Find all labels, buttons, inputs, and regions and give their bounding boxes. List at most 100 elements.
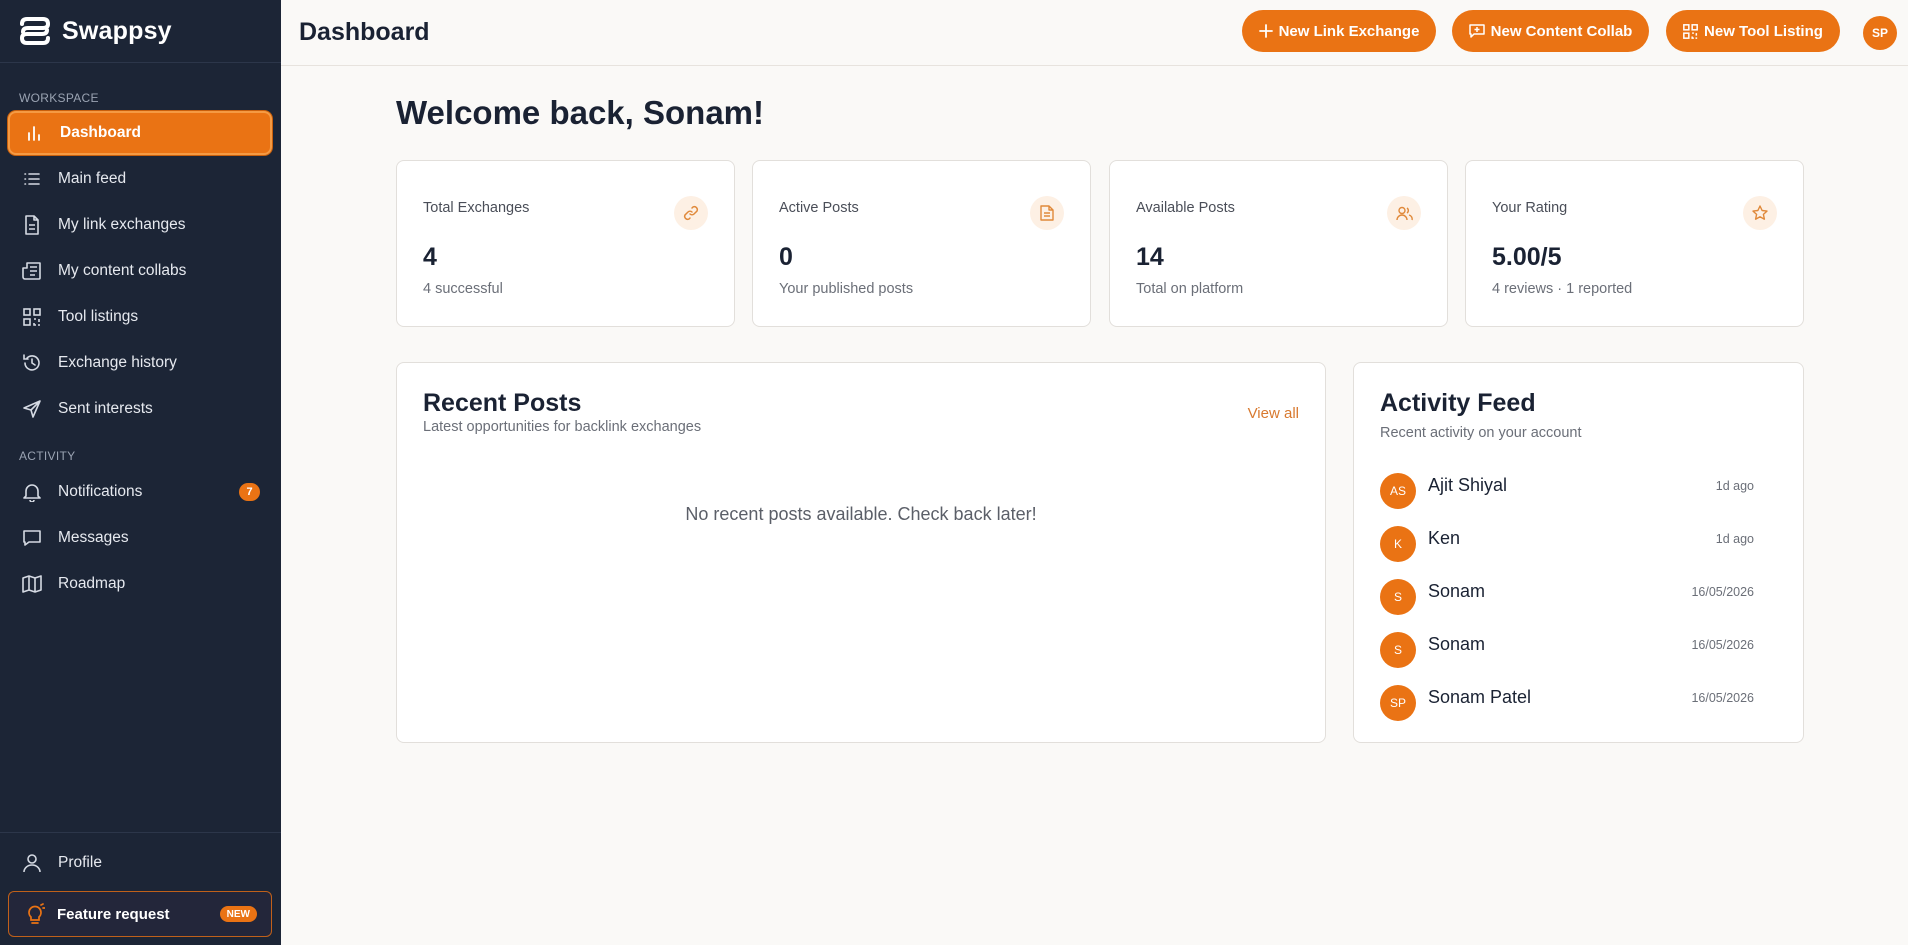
activity-timestamp: 16/05/2026 <box>1691 691 1754 705</box>
new-content-collab-button[interactable]: New Content Collab <box>1452 10 1649 52</box>
activity-user-name: Sonam Patel <box>1428 687 1532 707</box>
grid-icon <box>21 306 43 328</box>
button-label: New Link Exchange <box>1278 22 1420 40</box>
message-plus-icon <box>1468 23 1485 39</box>
sidebar-item-profile[interactable]: Profile <box>8 841 272 885</box>
grid-icon <box>1683 23 1698 39</box>
lightbulb-icon <box>25 903 45 925</box>
users-icon <box>1387 196 1421 230</box>
sidebar-item-my-link-exchanges[interactable]: My link exchanges <box>8 203 272 247</box>
activity-feed-title: Activity Feed <box>1380 389 1536 417</box>
sidebar-item-label: Notifications <box>58 483 143 500</box>
activity-section-label: ACTIVITY <box>19 449 76 463</box>
feature-request-label: Feature request <box>57 905 170 923</box>
stat-value: 0 <box>779 243 793 271</box>
activity-timestamp: 16/05/2026 <box>1691 585 1754 599</box>
sidebar-item-label: Roadmap <box>58 575 126 592</box>
sidebar-item-my-content-collabs[interactable]: My content collabs <box>8 249 272 293</box>
avatar: SP <box>1380 685 1416 721</box>
bell-icon <box>21 481 43 503</box>
sidebar-item-label: My content collabs <box>58 262 187 279</box>
stat-card-your-rating: Your Rating 5.00/5 4 reviews · 1 reporte… <box>1465 160 1804 327</box>
sidebar-item-notifications[interactable]: Notifications 7 <box>8 470 272 514</box>
sidebar-item-roadmap[interactable]: Roadmap <box>8 562 272 606</box>
sidebar-item-label: Main feed <box>58 170 127 187</box>
user-icon <box>21 852 43 874</box>
link-icon <box>674 196 708 230</box>
stat-subtext: 4 successful <box>423 281 503 297</box>
sidebar-item-dashboard[interactable]: Dashboard <box>8 111 272 155</box>
recent-posts-panel: Recent Posts Latest opportunities for ba… <box>396 362 1326 743</box>
empty-state-message: No recent posts available. Check back la… <box>685 504 1037 524</box>
feature-request-button[interactable]: Feature request NEW <box>8 891 272 937</box>
stat-card-available-posts: Available Posts 14 Total on platform <box>1109 160 1448 327</box>
stat-subtext: Your published posts <box>779 281 914 297</box>
user-avatar[interactable]: SP <box>1863 16 1897 50</box>
avatar: AS <box>1380 473 1416 509</box>
activity-item[interactable]: S Sonam 16/05/2026 <box>1380 575 1780 615</box>
activity-user-name: Sonam <box>1428 581 1486 601</box>
bar-chart-icon <box>23 122 45 144</box>
star-icon <box>1743 196 1777 230</box>
activity-item[interactable]: K Ken 1d ago <box>1380 522 1780 562</box>
sidebar-item-label: My link exchanges <box>58 216 186 233</box>
welcome-heading: Welcome back, Sonam! <box>396 94 765 131</box>
map-icon <box>21 573 43 595</box>
sidebar: Swappsy WORKSPACE Dashboard Main feed My… <box>0 0 281 945</box>
stat-card-total-exchanges: Total Exchanges 4 4 successful <box>396 160 735 327</box>
app-name: Swappsy <box>62 16 172 45</box>
sidebar-item-sent-interests[interactable]: Sent interests <box>8 387 272 431</box>
activity-user-name: Ken <box>1428 528 1461 548</box>
activity-user-name: Sonam <box>1428 634 1486 654</box>
sidebar-item-main-feed[interactable]: Main feed <box>8 157 272 201</box>
sidebar-item-messages[interactable]: Messages <box>8 516 272 560</box>
new-tool-listing-button[interactable]: New Tool Listing <box>1666 10 1840 52</box>
button-label: New Content Collab <box>1490 22 1633 40</box>
stat-value: 5.00/5 <box>1492 243 1562 271</box>
activity-item[interactable]: S Sonam 16/05/2026 <box>1380 628 1780 668</box>
sidebar-divider <box>0 62 281 63</box>
view-all-link[interactable]: View all <box>1248 405 1299 422</box>
document-icon <box>21 214 43 236</box>
activity-item[interactable]: SP Sonam Patel 16/05/2026 <box>1380 681 1780 721</box>
plus-icon <box>1258 24 1273 38</box>
new-badge: NEW <box>219 906 257 922</box>
activity-feed-subtitle: Recent activity on your account <box>1380 425 1582 441</box>
activity-user-name: Ajit Shiyal <box>1428 475 1508 495</box>
stat-subtext: 4 reviews · 1 reported <box>1492 281 1633 297</box>
message-icon <box>21 527 43 549</box>
activity-item[interactable]: AS Ajit Shiyal 1d ago <box>1380 469 1780 509</box>
notifications-count-badge: 7 <box>239 483 260 501</box>
stat-subtext: Total on platform <box>1136 281 1244 297</box>
list-icon <box>21 168 43 190</box>
stat-value: 14 <box>1136 243 1164 271</box>
activity-timestamp: 16/05/2026 <box>1691 638 1754 652</box>
workspace-section-label: WORKSPACE <box>19 91 99 105</box>
send-icon <box>21 398 43 420</box>
stat-value: 4 <box>423 243 437 271</box>
stat-title: Active Posts <box>779 200 859 216</box>
activity-feed-panel: Activity Feed Recent activity on your ac… <box>1353 362 1804 743</box>
activity-timestamp: 1d ago <box>1715 532 1754 546</box>
sidebar-item-label: Sent interests <box>58 400 153 417</box>
recent-posts-subtitle: Latest opportunities for backlink exchan… <box>423 419 702 435</box>
sidebar-item-exchange-history[interactable]: Exchange history <box>8 341 272 385</box>
sidebar-item-label: Dashboard <box>60 124 141 141</box>
sidebar-item-label: Exchange history <box>58 354 177 371</box>
sidebar-item-label: Messages <box>58 529 129 546</box>
sidebar-item-label: Profile <box>58 854 102 871</box>
avatar: S <box>1380 632 1416 668</box>
new-link-exchange-button[interactable]: New Link Exchange <box>1242 10 1436 52</box>
avatar: S <box>1380 579 1416 615</box>
sidebar-item-tool-listings[interactable]: Tool listings <box>8 295 272 339</box>
stat-card-active-posts: Active Posts 0 Your published posts <box>752 160 1091 327</box>
stat-title: Available Posts <box>1136 200 1235 216</box>
app-logo[interactable]: Swappsy <box>16 13 172 49</box>
recent-posts-title: Recent Posts <box>423 389 582 417</box>
sidebar-divider <box>0 832 281 833</box>
stat-title: Your Rating <box>1492 200 1568 216</box>
page-title: Dashboard <box>299 18 430 46</box>
top-bar: Dashboard New Link Exchange New Content … <box>281 0 1908 66</box>
swappsy-logo-icon <box>19 17 51 45</box>
history-icon <box>21 352 43 374</box>
